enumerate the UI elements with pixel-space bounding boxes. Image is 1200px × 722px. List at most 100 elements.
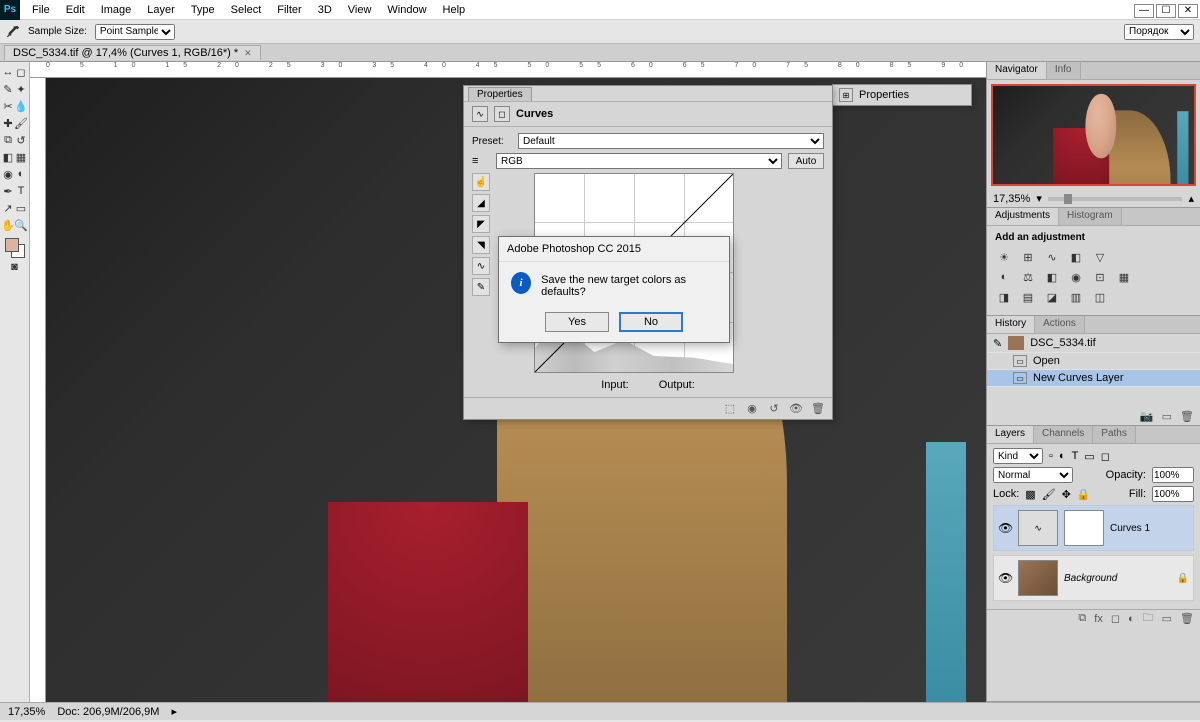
new-layer-icon[interactable]: ▭ (1162, 612, 1172, 625)
layer-mask-icon[interactable]: ◻ (1111, 612, 1120, 625)
hue-icon[interactable]: ◐ (995, 269, 1013, 285)
filter-type-icon[interactable]: T (1072, 450, 1079, 462)
link-layers-icon[interactable]: ⧉ (1078, 612, 1086, 625)
auto-button[interactable]: Auto (788, 153, 824, 169)
layer-fx-icon[interactable]: fx (1094, 613, 1103, 625)
brush-tool[interactable]: 🖌 (15, 115, 27, 131)
history-snapshot[interactable]: ✎DSC_5334.tif (987, 334, 1200, 353)
invert-icon[interactable]: ◨ (995, 289, 1013, 305)
exposure-icon[interactable]: ◧ (1067, 249, 1085, 265)
vibrance-icon[interactable]: ▽ (1091, 249, 1109, 265)
menu-file[interactable]: File (24, 2, 58, 18)
shape-tool[interactable]: ▭ (15, 200, 27, 216)
new-document-icon[interactable]: ▭ (1162, 410, 1172, 423)
layer-mask-thumbnail[interactable] (1064, 510, 1104, 546)
lock-paint-icon[interactable]: 🖌 (1042, 488, 1056, 501)
filter-adjust-icon[interactable]: ◐ (1059, 450, 1066, 462)
stamp-tool[interactable]: ⧉ (2, 132, 14, 148)
reset-icon[interactable]: ↺ (766, 401, 782, 417)
history-step-curves[interactable]: ▭New Curves Layer (987, 370, 1200, 387)
layer-name[interactable]: Curves 1 (1110, 523, 1150, 534)
path-tool[interactable]: ↗ (2, 200, 14, 216)
blend-mode-select[interactable]: Normal (993, 467, 1073, 483)
type-tool[interactable]: T (15, 183, 27, 199)
hand-tool[interactable]: ✋ (2, 217, 14, 233)
menu-3d[interactable]: 3D (310, 2, 340, 18)
status-zoom[interactable]: 17,35% (8, 706, 45, 718)
tab-actions[interactable]: Actions (1035, 316, 1085, 333)
black-point-tool[interactable]: ◢ (472, 194, 490, 212)
draw-curve-tool[interactable]: ✎ (472, 278, 490, 296)
photofilter-icon[interactable]: ◉ (1067, 269, 1085, 285)
history-brush-tool[interactable]: ↺ (15, 132, 27, 148)
layer-curves[interactable]: 👁 ∿ Curves 1 (993, 505, 1194, 551)
tab-info[interactable]: Info (1047, 62, 1081, 79)
menu-layer[interactable]: Layer (139, 2, 183, 18)
opacity-input[interactable] (1152, 467, 1194, 483)
layer-thumbnail[interactable]: ∿ (1018, 510, 1058, 546)
wand-tool[interactable]: ✦ (15, 81, 27, 97)
delete-layer-icon[interactable]: 🗑 (1180, 612, 1194, 625)
eraser-tool[interactable]: ◧ (2, 149, 14, 165)
on-image-tool[interactable]: ☝ (472, 173, 490, 191)
selectivecolor-icon[interactable]: ◫ (1091, 289, 1109, 305)
preset-select[interactable]: Default (518, 133, 824, 149)
tab-navigator[interactable]: Navigator (987, 62, 1047, 79)
navigator-zoom-slider[interactable] (1048, 197, 1183, 201)
status-doc-size[interactable]: Doc: 206,9M/206,9M (57, 706, 159, 718)
collapsed-properties-dock[interactable]: ⊞ Properties (832, 84, 972, 106)
tab-adjustments[interactable]: Adjustments (987, 208, 1059, 225)
menu-window[interactable]: Window (379, 2, 434, 18)
menu-filter[interactable]: Filter (269, 2, 309, 18)
window-maximize[interactable]: ☐ (1156, 4, 1176, 18)
mask-icon[interactable]: ◻ (494, 106, 510, 122)
tab-histogram[interactable]: Histogram (1059, 208, 1122, 225)
white-point-tool[interactable]: ◥ (472, 236, 490, 254)
tab-paths[interactable]: Paths (1093, 426, 1136, 443)
posterize-icon[interactable]: ▤ (1019, 289, 1037, 305)
layer-background[interactable]: 👁 Background 🔒 (993, 555, 1194, 601)
layer-name[interactable]: Background (1064, 573, 1117, 584)
sample-size-select[interactable]: Point Sample (95, 24, 175, 40)
document-tab[interactable]: DSC_5334.tif @ 17,4% (Curves 1, RGB/16*)… (4, 45, 261, 60)
lock-trans-icon[interactable]: ▩ (1025, 488, 1035, 501)
workspace-select[interactable]: Порядок (1124, 24, 1194, 40)
tab-layers[interactable]: Layers (987, 426, 1034, 443)
toggle-visibility-icon[interactable]: 👁 (788, 401, 804, 417)
lock-all-icon[interactable]: 🔒 (1077, 488, 1091, 501)
new-snapshot-icon[interactable]: 📷 (1140, 410, 1154, 423)
clip-to-layer-icon[interactable]: ⬚ (722, 401, 738, 417)
filter-shape-icon[interactable]: ▭ (1084, 450, 1094, 463)
edit-points-tool[interactable]: ∿ (472, 257, 490, 275)
dodge-tool[interactable]: ◐ (15, 166, 27, 182)
brightness-icon[interactable]: ☀ (995, 249, 1013, 265)
adjustment-layer-icon[interactable]: ◐ (1128, 613, 1135, 625)
history-step-open[interactable]: ▭Open (987, 353, 1200, 370)
menu-select[interactable]: Select (223, 2, 270, 18)
gray-point-tool[interactable]: ◤ (472, 215, 490, 233)
bw-icon[interactable]: ◧ (1043, 269, 1061, 285)
lock-pos-icon[interactable]: ✥ (1062, 488, 1071, 501)
heal-tool[interactable]: ✚ (2, 115, 14, 131)
blur-tool[interactable]: ◉ (2, 166, 14, 182)
view-previous-icon[interactable]: ◉ (744, 401, 760, 417)
yes-button[interactable]: Yes (545, 312, 609, 332)
zoom-tool[interactable]: 🔍 (15, 217, 27, 233)
window-minimize[interactable]: — (1134, 4, 1154, 18)
filter-pixel-icon[interactable]: ▫ (1049, 450, 1053, 462)
color-swatch[interactable] (5, 238, 25, 258)
close-tab-icon[interactable]: ✕ (244, 48, 252, 59)
layer-filter-select[interactable]: Kind (993, 448, 1043, 464)
menu-type[interactable]: Type (183, 2, 223, 18)
pen-tool[interactable]: ✒ (2, 183, 14, 199)
menu-view[interactable]: View (340, 2, 380, 18)
lasso-tool[interactable]: ✎ (2, 81, 14, 97)
layer-thumbnail[interactable] (1018, 560, 1058, 596)
no-button[interactable]: No (619, 312, 683, 332)
marquee-tool[interactable]: ◻ (15, 64, 27, 80)
crop-tool[interactable]: ✂ (2, 98, 14, 114)
group-icon[interactable]: 🗀 (1143, 609, 1154, 628)
menu-help[interactable]: Help (435, 2, 474, 18)
levels-icon[interactable]: ⊞ (1019, 249, 1037, 265)
window-close[interactable]: ✕ (1178, 4, 1198, 18)
